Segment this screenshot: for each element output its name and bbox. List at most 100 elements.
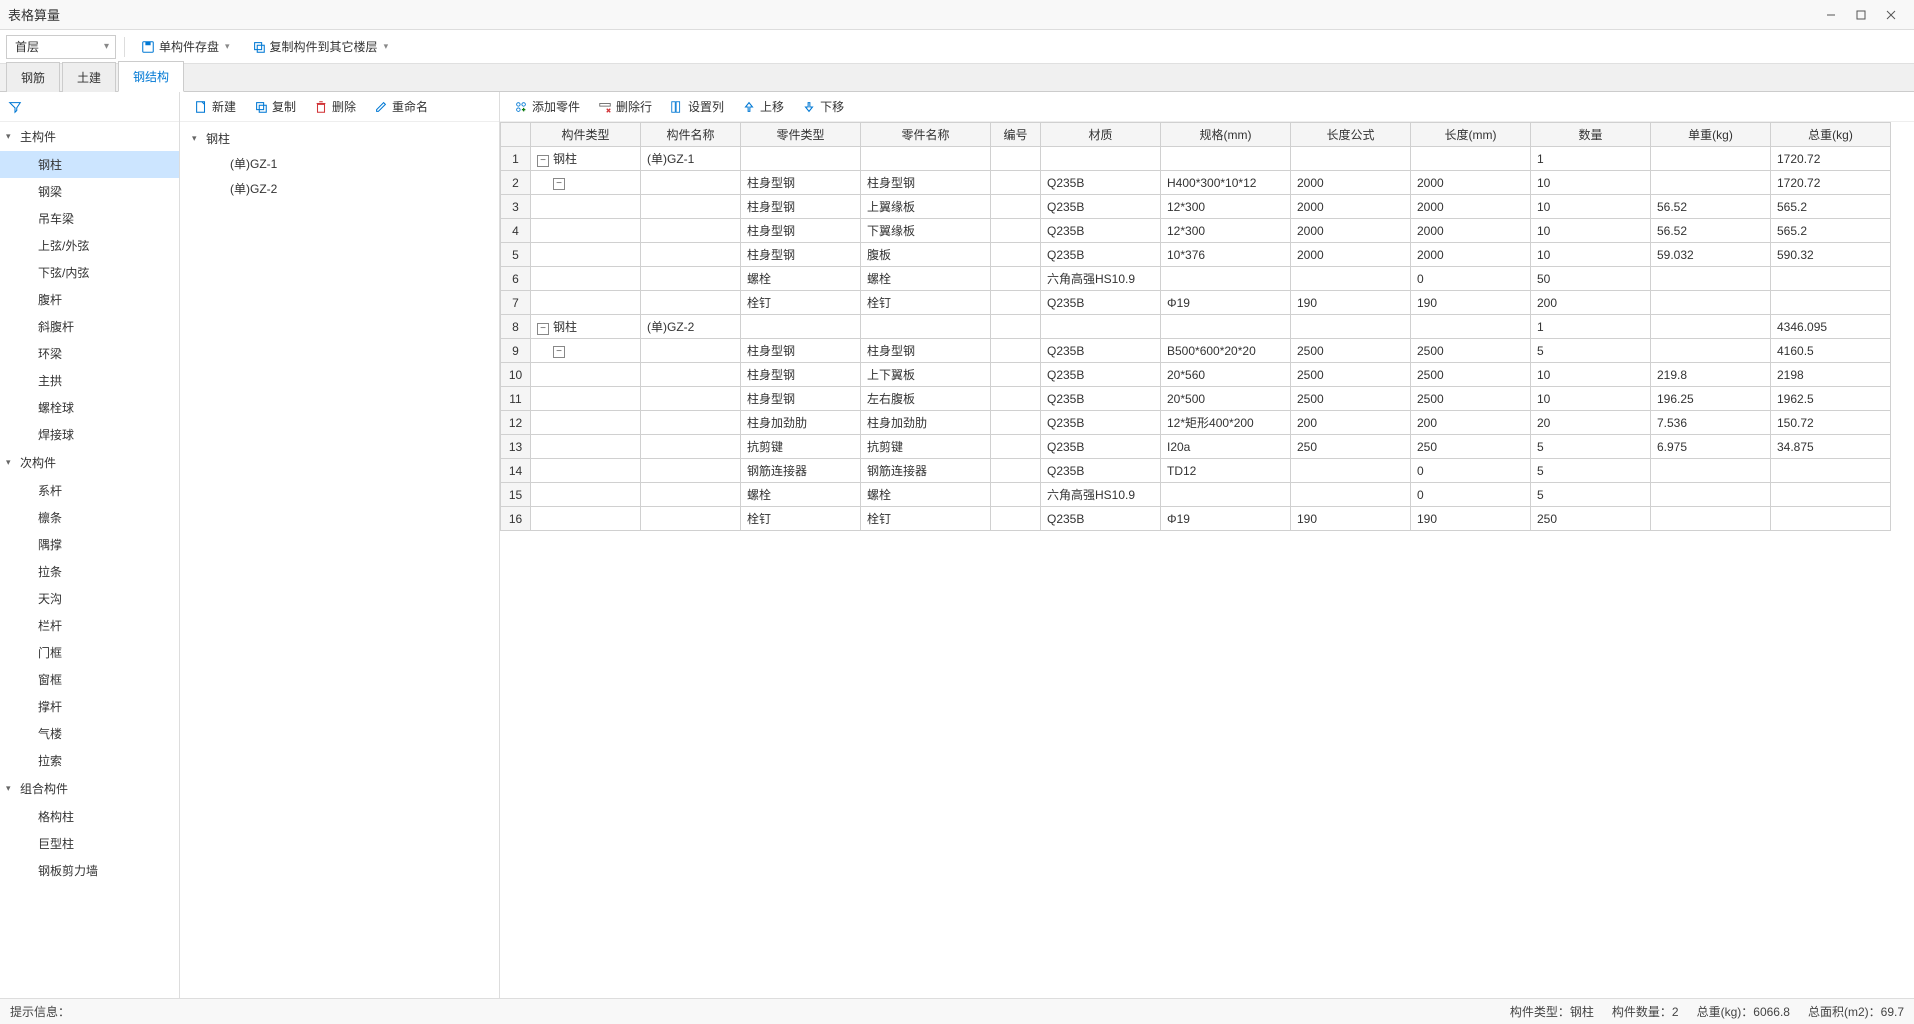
cell[interactable] <box>641 363 741 387</box>
delete-button[interactable]: 删除 <box>306 95 364 119</box>
cell[interactable] <box>641 243 741 267</box>
cell[interactable]: Q235B <box>1041 435 1161 459</box>
sidebar-item[interactable]: 钢梁 <box>0 178 179 205</box>
cell[interactable]: TD12 <box>1161 459 1291 483</box>
cell[interactable]: 59.032 <box>1651 243 1771 267</box>
sidebar-item[interactable]: 撑杆 <box>0 693 179 720</box>
cell[interactable]: 2000 <box>1291 219 1411 243</box>
sidebar-item[interactable]: 钢板剪力墙 <box>0 857 179 884</box>
sidebar-item[interactable]: 斜腹杆 <box>0 313 179 340</box>
col-header[interactable]: 零件名称 <box>861 123 991 147</box>
cell[interactable]: 2000 <box>1291 171 1411 195</box>
cell[interactable] <box>1161 483 1291 507</box>
cell[interactable] <box>1651 171 1771 195</box>
cell[interactable]: 5 <box>1531 435 1651 459</box>
sidebar-item[interactable]: 门框 <box>0 639 179 666</box>
cell[interactable] <box>1651 291 1771 315</box>
cell[interactable]: 2500 <box>1411 363 1531 387</box>
cell[interactable] <box>641 219 741 243</box>
cell[interactable]: 6.975 <box>1651 435 1771 459</box>
cell[interactable]: Q235B <box>1041 507 1161 531</box>
cell[interactable] <box>991 435 1041 459</box>
table-row[interactable]: 7栓钉栓钉Q235BΦ19190190200 <box>501 291 1891 315</box>
cell[interactable]: 250 <box>1531 507 1651 531</box>
table-row[interactable]: 12柱身加劲肋柱身加劲肋Q235B12*矩形400*200200200207.5… <box>501 411 1891 435</box>
table-row[interactable]: 8−钢柱(单)GZ-214346.095 <box>501 315 1891 339</box>
cell[interactable] <box>1651 507 1771 531</box>
col-header[interactable]: 数量 <box>1531 123 1651 147</box>
sidebar-item[interactable]: 主拱 <box>0 367 179 394</box>
cell[interactable] <box>531 219 641 243</box>
cell[interactable]: 196.25 <box>1651 387 1771 411</box>
cell[interactable]: 2198 <box>1771 363 1891 387</box>
cell[interactable]: 10 <box>1531 387 1651 411</box>
cell[interactable] <box>1161 315 1291 339</box>
cell[interactable]: Φ19 <box>1161 291 1291 315</box>
cell[interactable]: 190 <box>1411 507 1531 531</box>
cell[interactable]: 10 <box>1531 219 1651 243</box>
table-row[interactable]: 10柱身型钢上下翼板Q235B20*5602500250010219.82198 <box>501 363 1891 387</box>
cell[interactable]: 1 <box>1531 315 1651 339</box>
sidebar-item[interactable]: 栏杆 <box>0 612 179 639</box>
cell[interactable] <box>991 219 1041 243</box>
cell[interactable]: 565.2 <box>1771 195 1891 219</box>
sidebar-item[interactable]: 气楼 <box>0 720 179 747</box>
col-header[interactable]: 规格(mm) <box>1161 123 1291 147</box>
cell[interactable]: 柱身型钢 <box>741 171 861 195</box>
cell[interactable]: 上翼缘板 <box>861 195 991 219</box>
tree-child[interactable]: (单)GZ-1 <box>180 151 499 176</box>
cell[interactable]: 5 <box>1531 483 1651 507</box>
cell[interactable]: 抗剪键 <box>741 435 861 459</box>
cell[interactable]: 5 <box>1531 459 1651 483</box>
cell[interactable] <box>991 483 1041 507</box>
table-row[interactable]: 4柱身型钢下翼缘板Q235B12*300200020001056.52565.2 <box>501 219 1891 243</box>
cell[interactable]: H400*300*10*12 <box>1161 171 1291 195</box>
cell[interactable] <box>531 195 641 219</box>
cell[interactable] <box>1411 315 1531 339</box>
sidebar-item[interactable]: 格构柱 <box>0 803 179 830</box>
cell[interactable] <box>1651 339 1771 363</box>
table-row[interactable]: 6螺栓螺栓六角高强HS10.9050 <box>501 267 1891 291</box>
cell[interactable]: 20*500 <box>1161 387 1291 411</box>
cell[interactable]: 栓钉 <box>861 291 991 315</box>
cell[interactable]: 190 <box>1291 507 1411 531</box>
sidebar-item[interactable]: 天沟 <box>0 585 179 612</box>
sidebar-group-0[interactable]: 主构件 <box>0 122 179 151</box>
table-row[interactable]: 3柱身型钢上翼缘板Q235B12*300200020001056.52565.2 <box>501 195 1891 219</box>
sidebar-item[interactable]: 螺栓球 <box>0 394 179 421</box>
maximize-button[interactable] <box>1846 5 1876 25</box>
save-single-button[interactable]: 单构件存盘 ▾ <box>133 35 238 59</box>
sidebar-item[interactable]: 下弦/内弦 <box>0 259 179 286</box>
cell[interactable] <box>991 243 1041 267</box>
table-row[interactable]: 15螺栓螺栓六角高强HS10.905 <box>501 483 1891 507</box>
cell[interactable]: B500*600*20*20 <box>1161 339 1291 363</box>
cell[interactable] <box>991 507 1041 531</box>
cell[interactable]: 190 <box>1411 291 1531 315</box>
sidebar-item[interactable]: 檩条 <box>0 504 179 531</box>
cell[interactable]: − <box>531 339 641 363</box>
cell[interactable] <box>641 291 741 315</box>
cell[interactable]: 腹板 <box>861 243 991 267</box>
table-row[interactable]: 11柱身型钢左右腹板Q235B20*5002500250010196.25196… <box>501 387 1891 411</box>
cell[interactable] <box>741 147 861 171</box>
move-down-button[interactable]: 下移 <box>794 95 852 119</box>
cell[interactable]: 590.32 <box>1771 243 1891 267</box>
sidebar-group-2[interactable]: 组合构件 <box>0 774 179 803</box>
col-header[interactable]: 总重(kg) <box>1771 123 1891 147</box>
cell[interactable] <box>1771 459 1891 483</box>
cell[interactable]: 柱身型钢 <box>861 339 991 363</box>
minimize-button[interactable] <box>1816 5 1846 25</box>
cell[interactable]: 1720.72 <box>1771 147 1891 171</box>
cell[interactable] <box>641 387 741 411</box>
cell[interactable]: 钢筋连接器 <box>741 459 861 483</box>
cell[interactable]: I20a <box>1161 435 1291 459</box>
cell[interactable] <box>641 459 741 483</box>
cell[interactable] <box>861 147 991 171</box>
cell[interactable]: 200 <box>1291 411 1411 435</box>
cell[interactable] <box>1771 291 1891 315</box>
cell[interactable] <box>1651 267 1771 291</box>
cell[interactable] <box>641 339 741 363</box>
cell[interactable] <box>641 483 741 507</box>
cell[interactable]: 10 <box>1531 363 1651 387</box>
cell[interactable]: (单)GZ-1 <box>641 147 741 171</box>
